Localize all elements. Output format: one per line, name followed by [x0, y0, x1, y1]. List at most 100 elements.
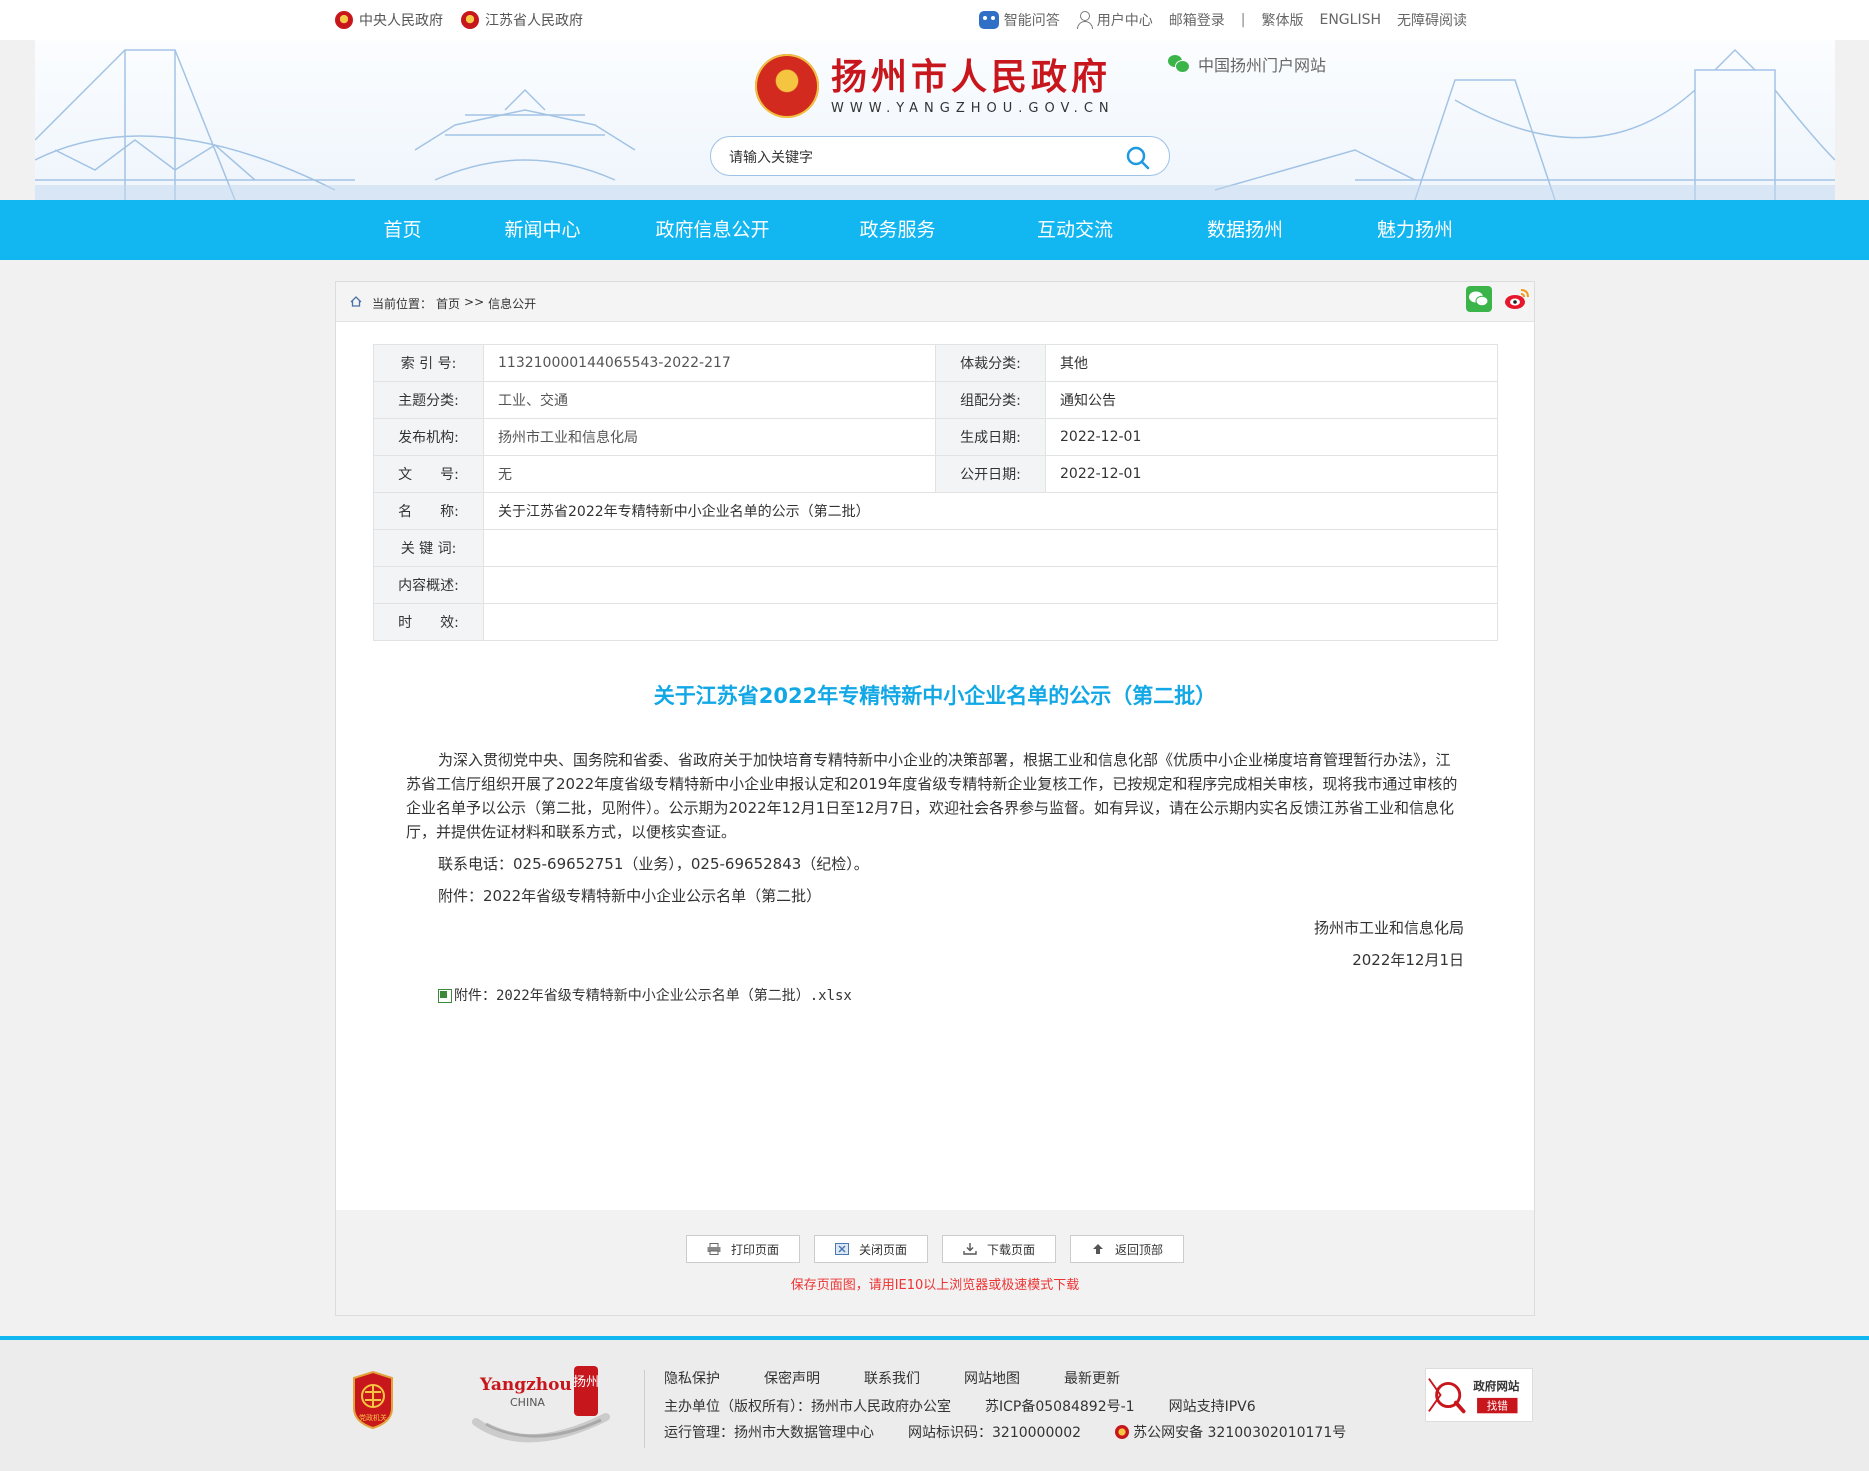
close-icon — [834, 1243, 849, 1255]
footer-link-contact[interactable]: 联系我们 — [864, 1368, 920, 1388]
national-emblem-icon — [461, 11, 479, 29]
meta-summary-value — [483, 566, 1498, 604]
site-title: 扬州市人民政府 — [831, 55, 1112, 98]
print-button[interactable]: 打印页面 — [686, 1235, 800, 1263]
search-icon[interactable] — [1125, 145, 1151, 171]
meta-label: 名 称: — [373, 492, 484, 530]
attachment-link[interactable]: 附件：2022年省级专精特新中小企业公示名单（第二批）.xlsx — [406, 984, 1464, 1008]
meta-label: 内容概述: — [373, 566, 484, 604]
footer-link-privacy[interactable]: 隐私保护 — [664, 1368, 720, 1388]
error-report-title: 政府网站 — [1473, 1379, 1520, 1393]
site-logo[interactable]: 扬州市人民政府 WWW.YANGZHOU.GOV.CN — [755, 54, 1115, 118]
jiangsu-gov-link[interactable]: 江苏省人民政府 — [461, 10, 583, 30]
breadcrumb-home[interactable]: 首页 — [436, 295, 460, 312]
footer-police-record[interactable]: 苏公网安备 32100302010171号 — [1115, 1422, 1346, 1442]
breadcrumb: 当前位置： 首页 >> 信息公开 — [336, 282, 1534, 322]
nav-item-interaction[interactable]: 互动交流 — [990, 200, 1160, 260]
back-to-top-button[interactable]: 返回顶部 — [1070, 1235, 1184, 1263]
nav-item-home[interactable]: 首页 — [340, 200, 465, 260]
meta-label: 体裁分类: — [935, 344, 1046, 382]
meta-name-value: 关于江苏省2022年专精特新中小企业名单的公示（第二批） — [483, 492, 1498, 530]
footer-links: 隐私保护 保密声明 联系我们 网站地图 最新更新 — [664, 1368, 1120, 1388]
nav-item-news[interactable]: 新闻中心 — [465, 200, 620, 260]
meta-created-value: 2022-12-01 — [1045, 418, 1498, 456]
arrow-up-icon — [1092, 1244, 1103, 1254]
header-banner: 扬州市人民政府 WWW.YANGZHOU.GOV.CN 中国扬州门户网站 — [35, 40, 1835, 200]
article-title: 关于江苏省2022年专精特新中小企业名单的公示（第二批） — [653, 684, 1217, 708]
footer: 党政机关 Yangzhou CHINA 扬州 隐私保护 保密声明 联系我们 网站… — [0, 1336, 1869, 1471]
footer-info-line: 运行管理：扬州市大数据管理中心 网站标识码：3210000002 苏公网安备 3… — [664, 1422, 1346, 1442]
breadcrumb-sep: >> — [464, 295, 485, 309]
nav-item-charm[interactable]: 魅力扬州 — [1330, 200, 1500, 260]
robot-icon — [978, 11, 999, 29]
nav-item-data[interactable]: 数据扬州 — [1160, 200, 1330, 260]
footer-link-confidential[interactable]: 保密声明 — [764, 1368, 820, 1388]
ai-qa-link[interactable]: 智能问答 — [978, 10, 1060, 30]
meta-label: 公开日期: — [935, 455, 1046, 493]
meta-label: 关 键 词: — [373, 529, 484, 567]
footer-link-sitemap[interactable]: 网站地图 — [964, 1368, 1020, 1388]
search-input[interactable] — [729, 145, 1109, 169]
footer-link-latest[interactable]: 最新更新 — [1064, 1368, 1120, 1388]
download-icon — [963, 1243, 977, 1255]
excel-file-icon — [438, 989, 452, 1003]
logo-en: Yangzhou — [479, 1375, 572, 1395]
breadcrumb-label: 当前位置： — [372, 297, 433, 311]
main-nav: 首页 新闻中心 政府信息公开 政务服务 互动交流 数据扬州 魅力扬州 — [0, 200, 1869, 260]
error-report-label: 找错 — [1487, 1399, 1509, 1412]
meta-label: 组配分类: — [935, 381, 1046, 419]
national-emblem-icon — [335, 11, 353, 29]
party-gov-badge-icon[interactable]: 党政机关 — [348, 1370, 398, 1430]
police-badge-icon — [1115, 1425, 1130, 1439]
article-date: 2022年12月1日 — [1352, 951, 1464, 969]
content-panel: 当前位置： 首页 >> 信息公开 索 引 号: 1132100001440655… — [335, 281, 1535, 1316]
meta-config-value: 通知公告 — [1045, 381, 1498, 419]
meta-docno-value: 无 — [483, 455, 936, 493]
breadcrumb-current[interactable]: 信息公开 — [488, 295, 536, 312]
meta-publisher-value: 扬州市工业和信息化局 — [483, 418, 936, 456]
meta-label: 索 引 号: — [373, 344, 484, 382]
user-center-link[interactable]: 用户中心 — [1076, 10, 1153, 30]
footer-site-code: 网站标识码：3210000002 — [908, 1425, 1082, 1441]
meta-validity-value — [483, 603, 1498, 641]
top-right-links: 智能问答 用户中心 邮箱登录 | 繁体版 ENGLISH 无障碍阅读 — [978, 10, 1467, 30]
portal-label[interactable]: 中国扬州门户网站 — [1168, 52, 1326, 76]
download-page-button[interactable]: 下载页面 — [942, 1235, 1056, 1263]
meta-label: 发布机构: — [373, 418, 484, 456]
central-gov-link[interactable]: 中央人民政府 — [335, 10, 443, 30]
printer-icon — [707, 1243, 721, 1255]
nav-item-gov-info[interactable]: 政府信息公开 — [620, 200, 805, 260]
nav-item-services[interactable]: 政务服务 — [805, 200, 990, 260]
page-toolbar: 打印页面 关闭页面 下载页面 返回顶部 保存页面图，请用IE10以上浏览器或极速… — [336, 1210, 1534, 1315]
top-left-links: 中央人民政府 江苏省人民政府 — [335, 10, 583, 30]
badge-text: 党政机关 — [359, 1413, 387, 1422]
mail-login-link[interactable]: 邮箱登录 — [1169, 10, 1225, 30]
home-icon — [350, 296, 362, 307]
meta-topic-value: 工业、交通 — [483, 381, 936, 419]
meta-keyword-value — [483, 529, 1498, 567]
article-signature: 扬州市工业和信息化局 — [1313, 919, 1464, 937]
search-box — [710, 136, 1170, 176]
logo-cn: 扬州 — [573, 1375, 599, 1390]
article-body: 为深入贯彻党中央、国务院和省委、省政府关于加快培育专精特新中小企业的决策部署，根… — [406, 748, 1464, 1008]
weibo-share-icon[interactable] — [1504, 286, 1530, 312]
meta-genre-value: 其他 — [1045, 344, 1498, 382]
yangzhou-city-logo[interactable]: Yangzhou CHINA 扬州 — [466, 1362, 631, 1444]
top-bar: 中央人民政府 江苏省人民政府 智能问答 用户中心 邮箱登录 | 繁体版 ENGL… — [0, 0, 1869, 40]
meta-label: 文 号: — [373, 455, 484, 493]
wechat-share-icon[interactable] — [1466, 286, 1492, 312]
traditional-chinese-link[interactable]: 繁体版 — [1261, 10, 1303, 30]
footer-icp[interactable]: 苏ICP备05084892号-1 — [985, 1396, 1135, 1416]
article-paragraph: 为深入贯彻党中央、国务院和省委、省政府关于加快培育专精特新中小企业的决策部署，根… — [406, 751, 1458, 841]
close-page-button[interactable]: 关闭页面 — [814, 1235, 928, 1263]
site-domain: WWW.YANGZHOU.GOV.CN — [831, 100, 1115, 116]
footer-divider — [644, 1370, 645, 1448]
gov-site-error-report[interactable]: 政府网站 找错 — [1425, 1368, 1533, 1422]
footer-ops: 运行管理：扬州市大数据管理中心 — [664, 1425, 874, 1441]
article-contact: 联系电话：025-69652751（业务），025-69652843（纪检）。 — [438, 855, 869, 873]
separator: | — [1240, 12, 1246, 28]
article-attachment-note: 附件：2022年省级专精特新中小企业公示名单（第二批） — [438, 887, 822, 905]
meta-label: 生成日期: — [935, 418, 1046, 456]
english-link[interactable]: ENGLISH — [1319, 12, 1381, 28]
accessible-reading-link[interactable]: 无障碍阅读 — [1397, 10, 1467, 30]
